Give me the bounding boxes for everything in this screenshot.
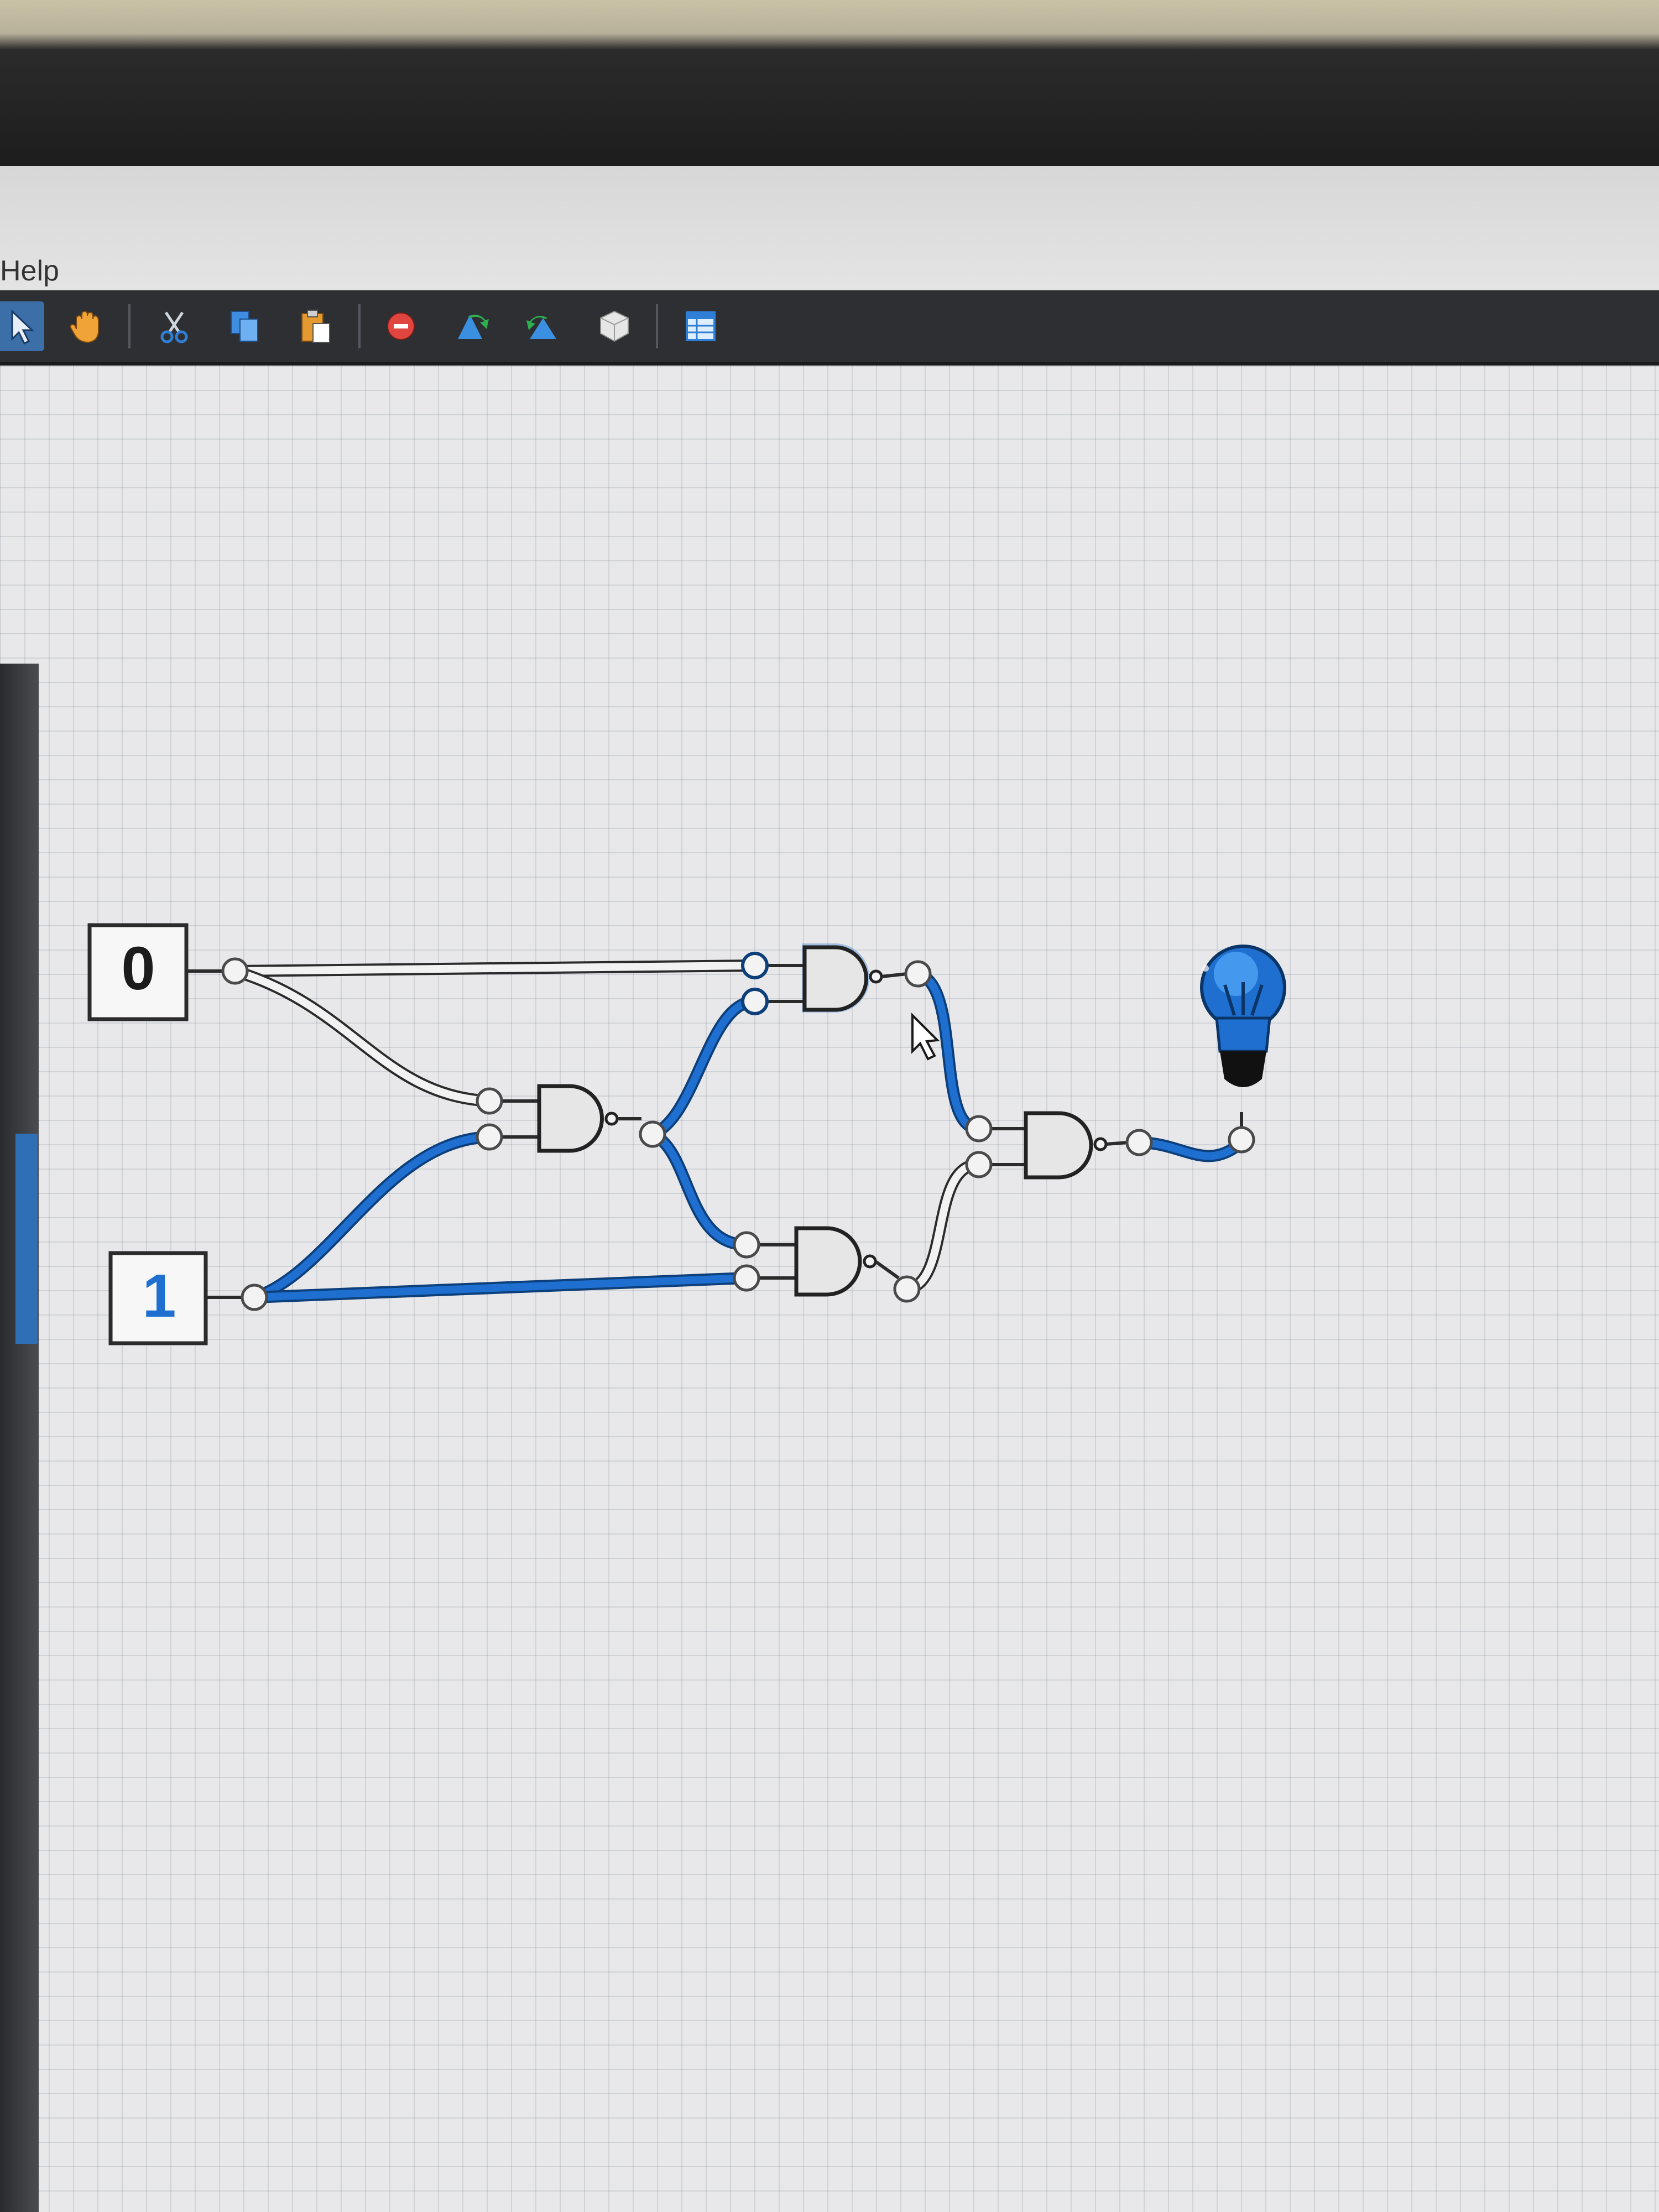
cut-button[interactable] bbox=[149, 301, 199, 351]
toolbar-separator bbox=[128, 304, 131, 348]
left-panel-edge bbox=[0, 664, 39, 2212]
mouse-cursor bbox=[911, 1013, 940, 1061]
input-a-value: 0 bbox=[121, 935, 155, 1003]
wires-off bbox=[233, 959, 980, 1295]
wire-b-to-gate2[interactable] bbox=[252, 1131, 490, 1303]
toolbar-separator bbox=[656, 304, 658, 348]
input-b-value: 1 bbox=[142, 1262, 176, 1330]
gate1-input-pin[interactable] bbox=[741, 988, 769, 1015]
input-a-pin[interactable] bbox=[221, 957, 249, 985]
cut-scissors-icon bbox=[160, 311, 188, 343]
circuit-diagram: 0 1 bbox=[87, 923, 1286, 1345]
undo-icon bbox=[458, 315, 489, 339]
delete-button[interactable] bbox=[376, 301, 426, 351]
select-pointer-icon bbox=[11, 309, 34, 345]
table-icon bbox=[686, 311, 716, 341]
collapse-panel-tab[interactable] bbox=[15, 1134, 38, 1344]
wire-a-to-gate2[interactable] bbox=[233, 965, 490, 1107]
menu-bar: Help bbox=[0, 166, 1659, 290]
delete-icon bbox=[387, 312, 415, 340]
light-bulb-icon bbox=[1200, 945, 1286, 1087]
input-switch-b[interactable]: 1 bbox=[108, 1251, 268, 1345]
component-button[interactable] bbox=[589, 301, 639, 351]
toolbar-separator bbox=[358, 304, 361, 348]
output-bulb[interactable] bbox=[1200, 945, 1286, 1154]
menu-help[interactable]: Help bbox=[0, 254, 59, 288]
gate2-input-pin[interactable] bbox=[476, 1123, 503, 1151]
nand-gate-3[interactable] bbox=[733, 1226, 921, 1303]
output-input-pin[interactable] bbox=[1228, 1126, 1255, 1154]
component-cube-icon bbox=[600, 310, 629, 342]
monitor-bezel bbox=[0, 0, 1659, 166]
circuit-canvas[interactable]: 0 1 bbox=[0, 366, 1659, 2212]
paste-button[interactable] bbox=[291, 301, 341, 351]
nand-gate-1[interactable] bbox=[741, 943, 932, 1015]
redo-icon bbox=[526, 316, 556, 339]
nand-gate-2[interactable] bbox=[476, 1084, 666, 1153]
gate4-output-pin[interactable] bbox=[1125, 1129, 1153, 1156]
gate1-input-pin[interactable] bbox=[741, 952, 769, 979]
gate2-output-pin[interactable] bbox=[639, 1120, 666, 1148]
gate3-output-pin[interactable] bbox=[893, 1275, 921, 1303]
pan-tool-button[interactable] bbox=[61, 301, 111, 351]
input-b-pin[interactable] bbox=[241, 1284, 268, 1311]
select-tool-button[interactable] bbox=[0, 301, 44, 351]
paste-icon bbox=[301, 310, 330, 343]
gate3-input-pin[interactable] bbox=[733, 1264, 760, 1292]
gate3-input-pin[interactable] bbox=[733, 1231, 760, 1259]
nand-gate-4[interactable] bbox=[965, 1111, 1153, 1180]
undo-button[interactable] bbox=[448, 301, 498, 351]
toolbar bbox=[0, 290, 1659, 366]
gate4-input-pin[interactable] bbox=[965, 1151, 993, 1178]
app-window: Help 0 1 bbox=[0, 166, 1659, 2212]
copy-button[interactable] bbox=[220, 301, 270, 351]
hand-pan-icon bbox=[70, 310, 99, 343]
redo-button[interactable] bbox=[518, 301, 567, 351]
gate4-input-pin[interactable] bbox=[965, 1115, 993, 1142]
gate2-input-pin[interactable] bbox=[476, 1087, 503, 1115]
truth-table-button[interactable] bbox=[676, 301, 726, 351]
copy-icon bbox=[231, 311, 258, 342]
gate1-output-pin[interactable] bbox=[904, 960, 932, 988]
input-switch-a[interactable]: 0 bbox=[87, 923, 249, 1021]
